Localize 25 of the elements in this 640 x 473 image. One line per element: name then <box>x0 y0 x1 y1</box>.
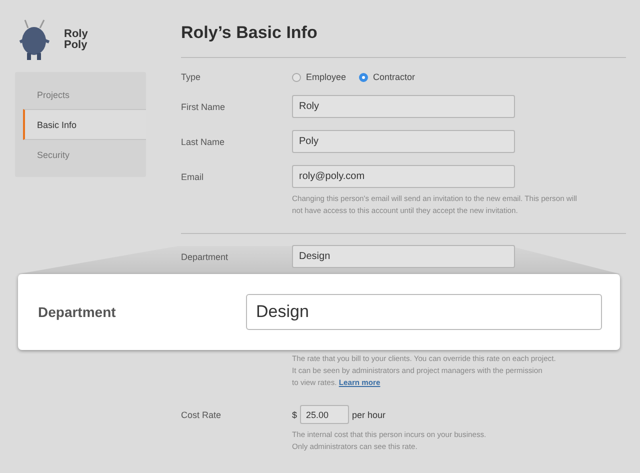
radio-label: Employee <box>306 72 346 82</box>
input-field[interactable]: Poly <box>292 130 515 153</box>
input-field[interactable]: Design <box>292 245 515 268</box>
field-label: Cost Rate <box>181 410 222 420</box>
field-label: Last Name <box>181 136 226 146</box>
input-field[interactable]: roly@poly.com <box>292 165 515 188</box>
field-label: Type <box>181 72 202 82</box>
avatar-icon <box>18 18 52 62</box>
field-label: Email <box>181 172 205 182</box>
input-field[interactable]: Roly <box>292 95 515 118</box>
rate-input[interactable]: 25.00 <box>300 405 350 424</box>
currency-symbol: $ <box>292 410 298 420</box>
user-name: Roly Poly <box>64 29 88 51</box>
page-title: Roly’s Basic Info <box>181 23 626 58</box>
unit-label: per hour <box>352 410 386 420</box>
callout-input-field: Design <box>246 294 602 330</box>
field-label: First Name <box>181 102 226 112</box>
sidebar-item[interactable]: Basic Info <box>23 109 146 140</box>
radio-option[interactable]: Contractor <box>359 72 416 82</box>
radio-icon[interactable] <box>359 72 368 82</box>
radio-label: Contractor <box>373 72 416 82</box>
radio-option[interactable]: Employee <box>292 72 346 82</box>
field-label: Department <box>181 252 230 262</box>
callout-label: Department <box>38 304 117 320</box>
radio-icon[interactable] <box>292 72 301 82</box>
